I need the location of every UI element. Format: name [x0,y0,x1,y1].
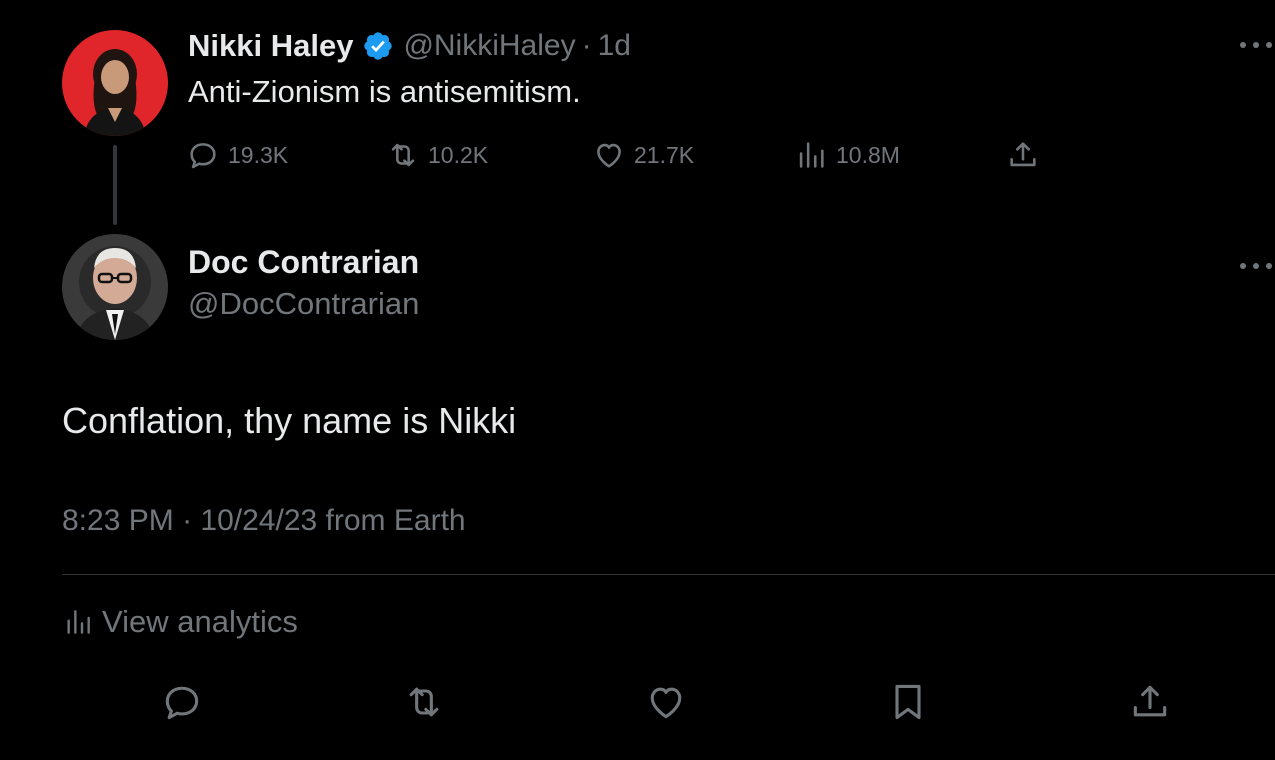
avatar-nikki-haley[interactable] [62,30,168,136]
retweet-icon [409,687,439,717]
reply-button[interactable] [160,680,204,724]
retweet-count: 10.2K [428,141,489,168]
view-count: 10.8M [836,141,900,168]
share-icon [1010,142,1036,167]
tweet-timestamp: 8:23 PM · 10/24/23 from Earth [62,504,466,538]
parent-share-button[interactable] [1006,136,1048,174]
like-count: 21.7K [634,141,695,168]
views-icon [799,142,824,168]
reply-count: 19.3K [228,141,289,168]
timestamp-separator: · [182,504,193,537]
main-tweet-text: Conflation, thy name is Nikki [62,400,517,441]
more-icon[interactable] [1240,259,1272,273]
tweet-time[interactable]: 8:23 PM [62,504,174,537]
bookmark-icon [895,684,921,720]
retweet-icon [391,143,415,167]
parent-retweet-button[interactable]: 10.2K [386,136,488,174]
parent-tweet-header: Nikki Haley @NikkiHaley · 1d [188,24,631,68]
parent-reply-button[interactable]: 19.3K [186,136,288,174]
tweet-date[interactable]: 10/24/23 [200,504,317,537]
header-separator: · [581,29,592,62]
more-icon[interactable] [1240,38,1272,52]
retweet-button[interactable] [402,680,446,724]
parent-time-ago[interactable]: 1d [598,29,631,63]
reply-icon [165,686,199,720]
parent-like-button[interactable]: 21.7K [592,136,694,174]
view-analytics-label: View analytics [102,604,298,639]
heart-icon [597,143,621,168]
parent-views-button[interactable]: 10.8M [794,136,900,174]
like-button[interactable] [644,680,688,724]
views-icon [67,610,90,634]
parent-author-handle[interactable]: @NikkiHaley [403,29,575,63]
tweet-source: from Earth [325,504,466,537]
parent-author-name[interactable]: Nikki Haley [188,28,353,64]
bookmark-button[interactable] [886,680,930,724]
main-author-name[interactable]: Doc Contrarian [188,244,419,281]
share-button[interactable] [1128,680,1172,724]
parent-tweet-text: Anti-Zionism is antisemitism. [188,74,581,109]
verified-badge-icon [364,32,393,60]
thread-connector-line [113,145,117,225]
share-icon [1133,685,1167,717]
heart-icon [650,687,682,719]
avatar-doc-contrarian[interactable] [62,234,168,340]
main-author-handle[interactable]: @DocContrarian [188,286,419,322]
divider [62,574,1275,575]
view-analytics-link[interactable]: View analytics [62,600,298,644]
reply-icon [190,143,216,169]
